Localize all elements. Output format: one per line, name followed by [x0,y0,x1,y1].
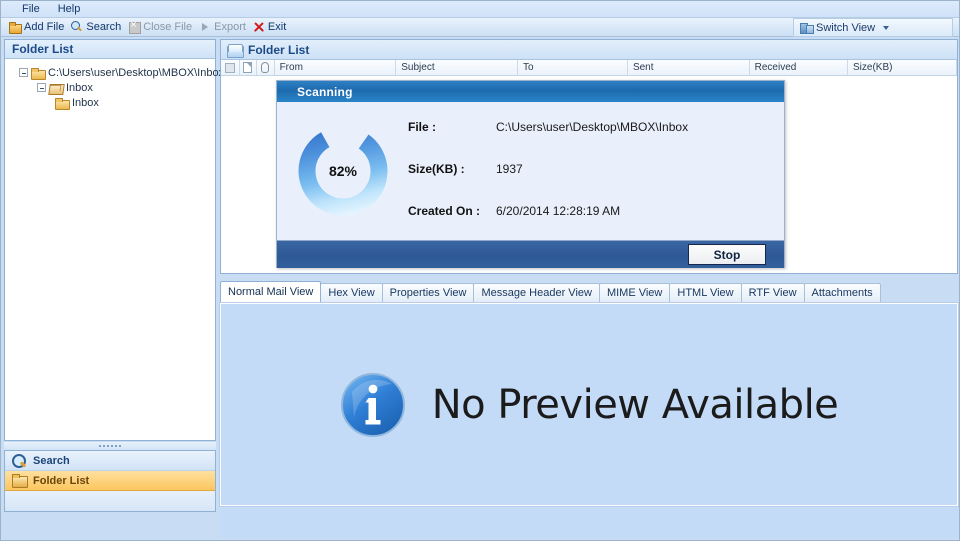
field-created-on: Created On : 6/20/2014 12:28:19 AM [408,204,778,246]
folder-list-header: Folder List [5,40,215,59]
tab-mime-view[interactable]: MIME View [598,283,671,302]
tab-properties-view[interactable]: Properties View [381,283,475,302]
page-icon [243,62,253,73]
nav-item-label: Search [33,454,70,467]
folder-icon [31,67,46,80]
expander-icon[interactable] [19,68,28,77]
folder-tree: C:\Users\user\Desktop\MBOX\Inbox Inbox I… [5,59,224,116]
exit-label: Exit [267,21,287,33]
stop-button[interactable]: Stop [688,244,766,265]
column-header-size[interactable]: Size(KB) [848,60,958,75]
close-file-icon [128,19,142,34]
column-header-sent[interactable]: Sent [628,60,750,75]
view-tabs: Normal Mail View Hex View Properties Vie… [220,281,958,303]
folder-icon [55,97,70,110]
panel-splitter[interactable] [4,442,216,450]
switch-view-label: Switch View [816,21,876,34]
switch-view-button[interactable]: Switch View [793,18,953,37]
field-size-value: 1937 [496,162,523,176]
field-file-label: File : [408,120,437,134]
folder-list-title: Folder List [12,42,74,56]
field-file-value: C:\Users\user\Desktop\MBOX\Inbox [496,120,689,134]
tree-node-label: Inbox [72,96,99,109]
tree-node-inbox[interactable]: Inbox [9,80,211,95]
folder-list-panel: Folder List C:\Users\user\Desktop\MBOX\I… [4,39,224,441]
tree-node-inbox-child[interactable]: Inbox [9,95,211,110]
scanning-dialog-body: 82% File : C:\Users\user\Desktop\MBOX\In… [277,102,784,240]
nav-pane-filler [5,491,215,511]
exit-x-icon [253,21,265,33]
folder-icon [12,474,28,488]
search-icon [12,454,27,468]
menu-item-help[interactable]: Help [49,2,90,16]
column-header-to[interactable]: To [518,60,628,75]
mail-folder-icon [49,82,63,94]
column-header-subject[interactable]: Subject [396,60,518,75]
tree-node-label: Inbox [66,81,93,94]
search-icon [71,21,83,33]
close-file-button[interactable]: Close File [126,19,197,34]
scanning-fields: File : C:\Users\user\Desktop\MBOX\Inbox … [408,120,778,246]
column-header-attachment[interactable] [257,60,275,75]
menu-item-file[interactable]: File [13,2,49,16]
export-button[interactable]: Export [197,20,251,34]
tab-rtf-view[interactable]: RTF View [740,283,805,302]
export-arrow-icon [199,21,211,33]
close-file-label: Close File [143,21,193,33]
bottom-filler [220,508,958,538]
mail-list-column-headers: From Subject To Sent Received Size(KB) [221,60,958,76]
search-label: Search [86,21,122,33]
exit-button[interactable]: Exit [251,20,291,34]
application-window: File Help Add File Search Close File Exp… [0,0,960,541]
column-header-select-all[interactable] [221,60,240,75]
field-file: File : C:\Users\user\Desktop\MBOX\Inbox [408,120,778,162]
field-created-on-label: Created On : [408,204,481,218]
tree-node-label: C:\Users\user\Desktop\MBOX\Inbox [48,66,225,79]
progress-percent-label: 82% [328,163,358,179]
mail-list-title: Folder List [248,42,310,57]
search-button[interactable]: Search [69,20,126,34]
info-icon [340,372,406,438]
scanning-dialog: Scanning 82% File: C:\Users\user\Deskto… [276,80,785,268]
tab-message-header-view[interactable]: Message Header View [473,283,600,302]
folder-open-icon [9,21,22,34]
expander-icon[interactable] [37,83,46,92]
export-label: Export [214,21,246,33]
attachment-icon [261,62,270,73]
add-file-label: Add File [24,21,65,33]
tab-normal-mail-view[interactable]: Normal Mail View [220,281,322,302]
switch-view-icon [800,22,814,34]
splitter-grip-icon [99,445,121,447]
field-size-label: Size(KB) : [408,162,465,176]
field-created-on-value: 6/20/2014 12:28:19 AM [496,204,621,218]
scanning-dialog-title: Scanning [277,81,784,102]
nav-item-search[interactable]: Search [5,451,215,471]
nav-item-label: Folder List [33,474,90,487]
column-header-received[interactable]: Received [750,60,848,75]
column-header-page[interactable] [240,60,258,75]
checkbox-icon[interactable] [224,62,235,73]
menu-bar: File Help [1,1,959,18]
navigation-pane: Search Folder List [4,450,216,512]
column-header-from[interactable]: From [275,60,397,75]
add-file-button[interactable]: Add File [7,20,69,34]
tab-attachments[interactable]: Attachments [803,283,881,302]
preview-area: No Preview Available [219,302,959,507]
field-size: Size(KB) : 1937 [408,162,778,204]
nav-item-folder-list[interactable]: Folder List [5,471,215,491]
open-mail-icon [227,43,244,58]
chevron-down-icon [883,25,890,30]
mail-list-header: Folder List [221,40,957,60]
tree-node-root[interactable]: C:\Users\user\Desktop\MBOX\Inbox [9,65,224,80]
no-preview-message: No Preview Available [431,381,839,428]
tab-hex-view[interactable]: Hex View [320,283,383,302]
tab-html-view[interactable]: HTML View [669,283,742,302]
progress-ring: 82% [295,123,391,219]
